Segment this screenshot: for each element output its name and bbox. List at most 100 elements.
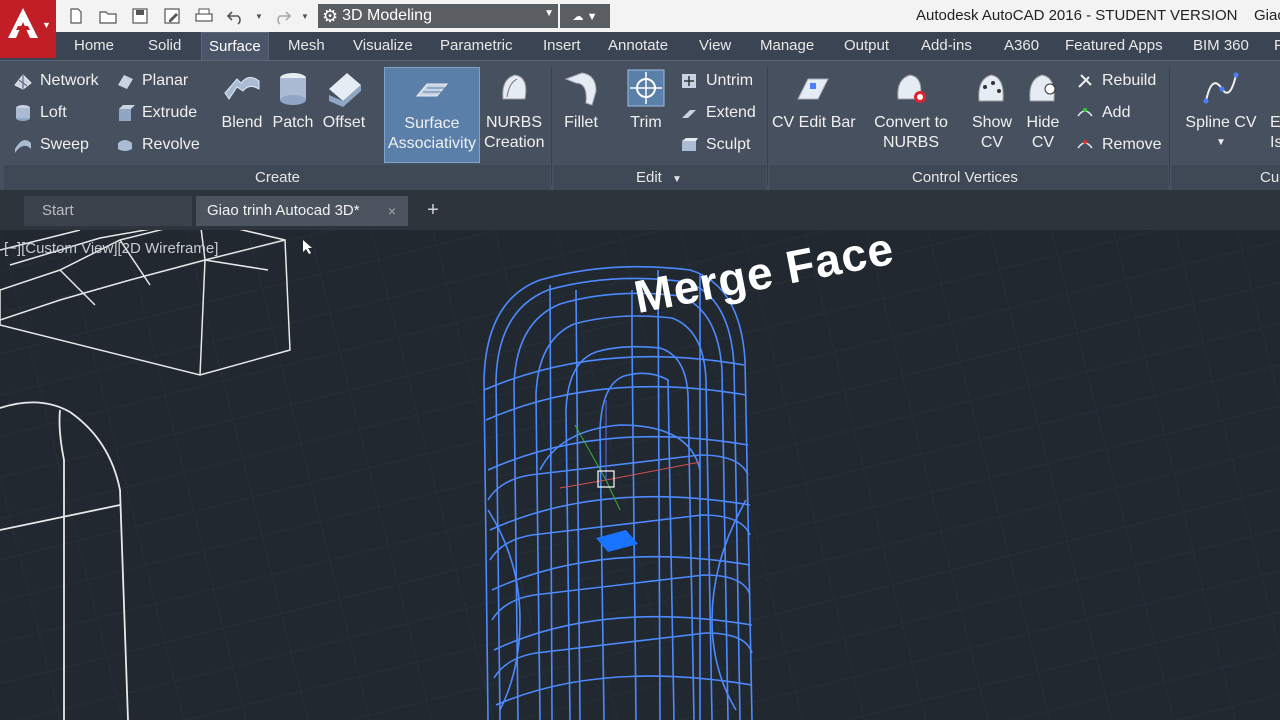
- tab-home[interactable]: Home: [74, 32, 114, 60]
- chevron-down-icon: ▼: [42, 20, 51, 30]
- edit-panel-label: Edit: [636, 169, 662, 186]
- curves-extra-label-1: E: [1270, 114, 1280, 131]
- convert-to-nurbs-icon: [891, 67, 931, 109]
- workspace-dropdown[interactable]: ⚙ 3D Modeling ▼: [318, 4, 558, 28]
- offset-button[interactable]: Offset: [320, 67, 368, 163]
- add-cv-label: Add: [1102, 104, 1131, 121]
- hide-cv-icon: [1023, 67, 1063, 109]
- autocad-window: ▼ ▼ ▼ ⚙ 3D Modeling ▼ ☁ ▼ Autodesk AutoC…: [0, 0, 1280, 720]
- untrim-tool[interactable]: Untrim: [678, 69, 753, 93]
- untrim-label: Untrim: [706, 72, 754, 89]
- share-icon: ☁ ▼: [572, 10, 598, 23]
- blend-button[interactable]: Blend: [218, 67, 266, 163]
- spline-cv-button[interactable]: Spline CV ▼: [1184, 67, 1258, 163]
- ribbon-tab-bar: Home Solid Surface Mesh Visualize Parame…: [0, 32, 1280, 60]
- loft-label: Loft: [40, 104, 67, 121]
- save-icon[interactable]: [124, 5, 156, 27]
- new-icon[interactable]: [60, 5, 92, 27]
- drawing-tab-label: Giao trinh Autocad 3D*: [207, 202, 360, 219]
- tab-annotate[interactable]: Annotate: [608, 32, 668, 60]
- viewport-controls[interactable]: [−][Custom View][2D Wireframe]: [4, 240, 218, 257]
- revolve-tool[interactable]: Revolve: [114, 133, 200, 157]
- revolve-label: Revolve: [142, 136, 200, 153]
- autocad-logo-icon: [8, 8, 38, 38]
- gear-icon: ⚙: [322, 5, 339, 26]
- remove-cv-label: Remove: [1102, 136, 1162, 153]
- tab-mesh[interactable]: Mesh: [288, 32, 325, 60]
- show-cv-label-1: Show: [971, 114, 1013, 131]
- nurbs-creation-button[interactable]: NURBS Creation: [484, 67, 544, 163]
- cv-edit-bar-icon: [793, 67, 833, 109]
- chevron-down-icon: ▼: [1216, 137, 1226, 148]
- new-tab-button[interactable]: +: [422, 196, 444, 226]
- nurbs-creation-icon: [494, 67, 534, 109]
- tab-parametric[interactable]: Parametric: [440, 32, 513, 60]
- blend-icon: [222, 67, 262, 109]
- sculpt-tool[interactable]: Sculpt: [678, 133, 750, 157]
- edit-panel-title[interactable]: Edit ▼: [636, 169, 682, 186]
- convert-to-nurbs-label-2: NURBS: [882, 134, 939, 151]
- extrude-icon: [114, 102, 136, 124]
- planar-tool[interactable]: Planar: [114, 69, 188, 93]
- sculpt-label: Sculpt: [706, 136, 751, 153]
- sweep-tool[interactable]: Sweep: [12, 133, 89, 157]
- tab-bim-360[interactable]: BIM 360: [1193, 32, 1249, 60]
- open-icon[interactable]: [92, 5, 124, 27]
- network-tool[interactable]: Network: [12, 69, 99, 93]
- save-as-icon[interactable]: [156, 5, 188, 27]
- window-title: Autodesk AutoCAD 2016 - STUDENT VERSION: [916, 7, 1238, 24]
- show-cv-icon: [972, 67, 1012, 109]
- surface-associativity-button[interactable]: Surface Associativity: [384, 67, 480, 163]
- tab-a360[interactable]: A360: [1004, 32, 1039, 60]
- cv-edit-bar-button[interactable]: CV Edit Bar: [772, 67, 856, 163]
- tab-insert[interactable]: Insert: [543, 32, 581, 60]
- undo-dropdown-icon[interactable]: ▼: [252, 5, 266, 27]
- remove-cv-tool[interactable]: Remove: [1074, 133, 1162, 157]
- hide-cv-button[interactable]: Hide CV: [1020, 67, 1066, 163]
- plot-icon[interactable]: [188, 5, 220, 27]
- tab-manage[interactable]: Manage: [760, 32, 814, 60]
- tab-featured-apps[interactable]: Featured Apps: [1065, 32, 1163, 60]
- extrude-tool[interactable]: Extrude: [114, 101, 197, 125]
- patch-icon: [273, 67, 313, 109]
- curves-panel-title: Cu: [1260, 169, 1280, 186]
- drawing-viewport[interactable]: [−][Custom View][2D Wireframe] Merge Fac…: [0, 230, 1280, 720]
- spline-cv-icon: [1201, 67, 1241, 109]
- tab-output[interactable]: Output: [844, 32, 889, 60]
- sweep-icon: [12, 134, 34, 156]
- revolve-icon: [114, 134, 136, 156]
- loft-tool[interactable]: Loft: [12, 101, 67, 125]
- drawing-tab[interactable]: Giao trinh Autocad 3D* ×: [196, 196, 408, 226]
- nurbs-creation-label-1: NURBS: [485, 114, 542, 131]
- tab-solid[interactable]: Solid: [148, 32, 181, 60]
- start-tab[interactable]: Start: [24, 196, 192, 226]
- show-cv-button[interactable]: Show CV: [968, 67, 1016, 163]
- patch-button[interactable]: Patch: [270, 67, 316, 163]
- trim-button[interactable]: Trim: [620, 67, 672, 163]
- fillet-button[interactable]: Fillet: [556, 67, 606, 163]
- spline-cv-label: Spline CV: [1185, 114, 1257, 131]
- rebuild-icon: [1074, 70, 1096, 92]
- tab-surface[interactable]: Surface: [201, 32, 269, 60]
- undo-icon[interactable]: [220, 5, 252, 27]
- extend-tool[interactable]: Extend: [678, 101, 756, 125]
- redo-icon[interactable]: [266, 5, 298, 27]
- convert-to-nurbs-button[interactable]: Convert to NURBS: [866, 67, 956, 163]
- document-tab-bar: Start Giao trinh Autocad 3D* × +: [0, 190, 1280, 230]
- add-cv-tool[interactable]: Add: [1074, 101, 1130, 125]
- tab-view[interactable]: View: [699, 32, 731, 60]
- chevron-down-icon: ▼: [672, 174, 682, 185]
- tab-more[interactable]: P: [1274, 32, 1280, 60]
- redo-dropdown-icon[interactable]: ▼: [298, 5, 312, 27]
- application-menu-button[interactable]: ▼: [0, 0, 56, 58]
- close-icon[interactable]: ×: [388, 196, 396, 226]
- share-dropdown[interactable]: ☁ ▼: [560, 4, 610, 28]
- sculpt-icon: [678, 134, 700, 156]
- rebuild-tool[interactable]: Rebuild: [1074, 69, 1156, 93]
- tab-add-ins[interactable]: Add-ins: [921, 32, 972, 60]
- control-vertices-panel-title: Control Vertices: [912, 169, 1018, 186]
- tab-visualize[interactable]: Visualize: [353, 32, 413, 60]
- curves-extra-button[interactable]: E Is: [1270, 67, 1280, 163]
- convert-to-nurbs-label-1: Convert to: [874, 114, 948, 131]
- hide-cv-label-1: Hide: [1026, 114, 1060, 131]
